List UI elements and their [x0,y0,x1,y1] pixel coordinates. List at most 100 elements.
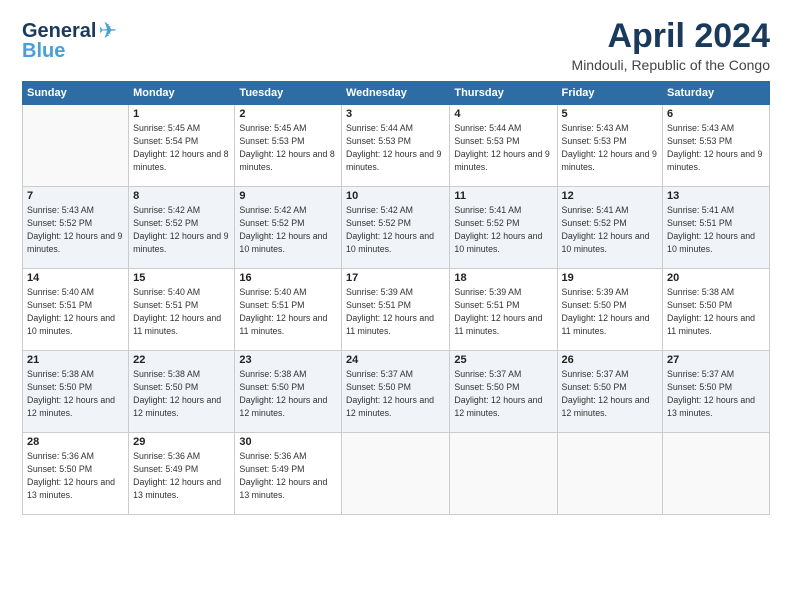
day-number: 11 [454,190,552,202]
calendar-cell: 15Sunrise: 5:40 AMSunset: 5:51 PMDayligh… [129,269,235,351]
day-info: Sunrise: 5:43 AMSunset: 5:53 PMDaylight:… [667,122,765,173]
logo-bird-icon: ✈ [98,18,116,44]
calendar-cell: 26Sunrise: 5:37 AMSunset: 5:50 PMDayligh… [557,351,663,433]
weekday-thursday: Thursday [450,82,557,105]
day-info: Sunrise: 5:38 AMSunset: 5:50 PMDaylight:… [239,368,337,419]
page: General ✈ Blue April 2024 Mindouli, Repu… [0,0,792,612]
day-number: 17 [346,272,445,284]
day-number: 13 [667,190,765,202]
calendar-cell: 20 Sunrise: 5:38 AMSunset: 5:50 PMDayligh… [663,269,770,351]
day-number: 6 [667,108,765,120]
day-number: 27 [667,354,765,366]
day-number: 25 [454,354,552,366]
day-info: Sunrise: 5:45 AMSunset: 5:53 PMDaylight:… [239,122,337,173]
calendar-body: 1 Sunrise: 5:45 AMSunset: 5:54 PMDaylight… [23,105,770,515]
day-number: 4 [454,108,552,120]
calendar-cell: 12 Sunrise: 5:41 AMSunset: 5:52 PMDayligh… [557,187,663,269]
calendar-week-5: 28 Sunrise: 5:36 AMSunset: 5:50 PMDayligh… [23,433,770,515]
calendar-cell: 29 Sunrise: 5:36 AMSunset: 5:49 PMDayligh… [129,433,235,515]
calendar-week-4: 21 Sunrise: 5:38 AMSunset: 5:50 PMDayligh… [23,351,770,433]
day-info: Sunrise: 5:44 AMSunset: 5:53 PMDaylight:… [454,122,552,173]
calendar-cell: 10Sunrise: 5:42 AMSunset: 5:52 PMDayligh… [341,187,449,269]
day-info: Sunrise: 5:41 AMSunset: 5:51 PMDaylight:… [667,204,765,255]
header: General ✈ Blue April 2024 Mindouli, Repu… [22,18,770,73]
calendar-cell: 11 Sunrise: 5:41 AMSunset: 5:52 PMDayligh… [450,187,557,269]
day-number: 19 [562,272,659,284]
day-number: 30 [239,436,337,448]
day-number: 8 [133,190,230,202]
day-info: Sunrise: 5:38 AMSunset: 5:50 PMDaylight:… [133,368,230,419]
day-info: Sunrise: 5:43 AMSunset: 5:52 PMDaylight:… [27,204,124,255]
calendar-cell: 27Sunrise: 5:37 AMSunset: 5:50 PMDayligh… [663,351,770,433]
month-title: April 2024 [572,18,770,55]
calendar-cell [341,433,449,515]
calendar-cell: 19Sunrise: 5:39 AMSunset: 5:50 PMDayligh… [557,269,663,351]
calendar-cell: 17 Sunrise: 5:39 AMSunset: 5:51 PMDayligh… [341,269,449,351]
day-number: 23 [239,354,337,366]
day-info: Sunrise: 5:39 AMSunset: 5:51 PMDaylight:… [454,286,552,337]
weekday-friday: Friday [557,82,663,105]
calendar-cell: 25 Sunrise: 5:37 AMSunset: 5:50 PMDayligh… [450,351,557,433]
weekday-sunday: Sunday [23,82,129,105]
day-number: 24 [346,354,445,366]
day-number: 28 [27,436,124,448]
day-number: 7 [27,190,124,202]
calendar-cell: 18 Sunrise: 5:39 AMSunset: 5:51 PMDayligh… [450,269,557,351]
weekday-header-row: SundayMondayTuesdayWednesdayThursdayFrid… [23,82,770,105]
day-info: Sunrise: 5:41 AMSunset: 5:52 PMDaylight:… [454,204,552,255]
calendar-cell: 7 Sunrise: 5:43 AMSunset: 5:52 PMDaylight… [23,187,129,269]
calendar-cell: 3Sunrise: 5:44 AMSunset: 5:53 PMDaylight… [341,105,449,187]
calendar-cell: 5 Sunrise: 5:43 AMSunset: 5:53 PMDaylight… [557,105,663,187]
calendar-cell: 9 Sunrise: 5:42 AMSunset: 5:52 PMDaylight… [235,187,342,269]
day-number: 9 [239,190,337,202]
day-number: 21 [27,354,124,366]
calendar-cell: 23 Sunrise: 5:38 AMSunset: 5:50 PMDayligh… [235,351,342,433]
calendar-cell: 24 Sunrise: 5:37 AMSunset: 5:50 PMDayligh… [341,351,449,433]
calendar-cell [23,105,129,187]
calendar-cell: 14 Sunrise: 5:40 AMSunset: 5:51 PMDayligh… [23,269,129,351]
day-info: Sunrise: 5:45 AMSunset: 5:54 PMDaylight:… [133,122,230,173]
day-number: 29 [133,436,230,448]
day-number: 18 [454,272,552,284]
calendar-cell: 2Sunrise: 5:45 AMSunset: 5:53 PMDaylight… [235,105,342,187]
day-info: Sunrise: 5:44 AMSunset: 5:53 PMDaylight:… [346,122,445,173]
calendar-cell: 6 Sunrise: 5:43 AMSunset: 5:53 PMDaylight… [663,105,770,187]
day-info: Sunrise: 5:36 AMSunset: 5:50 PMDaylight:… [27,450,124,501]
calendar-cell: 22 Sunrise: 5:38 AMSunset: 5:50 PMDayligh… [129,351,235,433]
day-info: Sunrise: 5:42 AMSunset: 5:52 PMDaylight:… [133,204,230,255]
calendar-cell: 1 Sunrise: 5:45 AMSunset: 5:54 PMDaylight… [129,105,235,187]
day-info: Sunrise: 5:41 AMSunset: 5:52 PMDaylight:… [562,204,659,255]
calendar-cell [663,433,770,515]
day-info: Sunrise: 5:36 AMSunset: 5:49 PMDaylight:… [133,450,230,501]
day-info: Sunrise: 5:36 AMSunset: 5:49 PMDaylight:… [239,450,337,501]
logo-text: General ✈ Blue [22,18,117,63]
day-number: 15 [133,272,230,284]
day-info: Sunrise: 5:37 AMSunset: 5:50 PMDaylight:… [454,368,552,419]
day-info: Sunrise: 5:42 AMSunset: 5:52 PMDaylight:… [239,204,337,255]
calendar-cell: 8 Sunrise: 5:42 AMSunset: 5:52 PMDaylight… [129,187,235,269]
calendar-cell: 30 Sunrise: 5:36 AMSunset: 5:49 PMDayligh… [235,433,342,515]
day-number: 16 [239,272,337,284]
day-number: 12 [562,190,659,202]
logo: General ✈ Blue [22,18,117,63]
calendar-table: SundayMondayTuesdayWednesdayThursdayFrid… [22,81,770,515]
day-number: 14 [27,272,124,284]
calendar-cell [450,433,557,515]
calendar-week-1: 1 Sunrise: 5:45 AMSunset: 5:54 PMDaylight… [23,105,770,187]
day-info: Sunrise: 5:43 AMSunset: 5:53 PMDaylight:… [562,122,659,173]
day-info: Sunrise: 5:39 AMSunset: 5:51 PMDaylight:… [346,286,445,337]
calendar-cell: 21 Sunrise: 5:38 AMSunset: 5:50 PMDayligh… [23,351,129,433]
day-number: 5 [562,108,659,120]
day-number: 1 [133,108,230,120]
day-number: 22 [133,354,230,366]
day-info: Sunrise: 5:37 AMSunset: 5:50 PMDaylight:… [346,368,445,419]
day-info: Sunrise: 5:40 AMSunset: 5:51 PMDaylight:… [27,286,124,337]
day-number: 20 [667,272,765,284]
weekday-monday: Monday [129,82,235,105]
day-info: Sunrise: 5:40 AMSunset: 5:51 PMDaylight:… [239,286,337,337]
calendar-week-3: 14 Sunrise: 5:40 AMSunset: 5:51 PMDayligh… [23,269,770,351]
day-info: Sunrise: 5:38 AMSunset: 5:50 PMDaylight:… [667,286,765,337]
day-info: Sunrise: 5:38 AMSunset: 5:50 PMDaylight:… [27,368,124,419]
calendar-cell: 4 Sunrise: 5:44 AMSunset: 5:53 PMDaylight… [450,105,557,187]
calendar-cell [557,433,663,515]
